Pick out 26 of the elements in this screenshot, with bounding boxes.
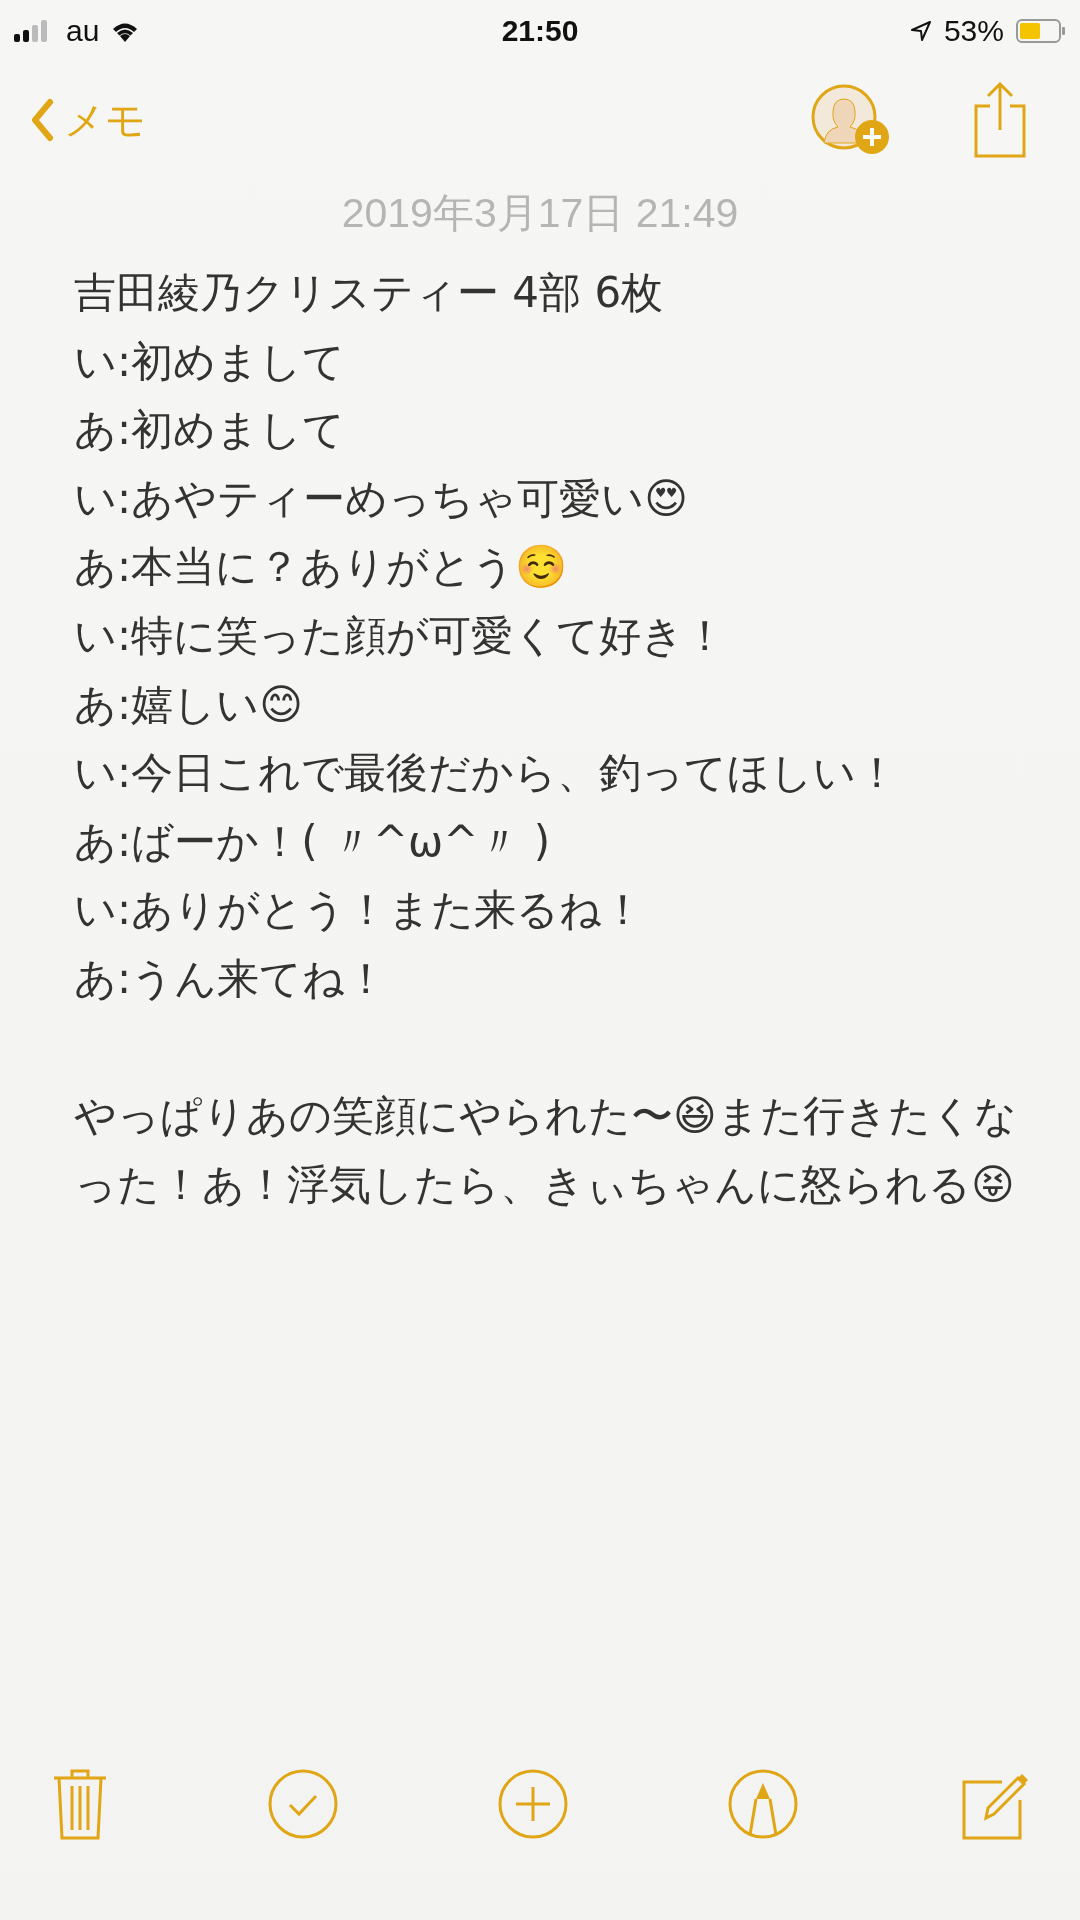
note-line: あ:本当に？ありがとう☺ [74, 541, 569, 594]
battery-icon [1016, 19, 1066, 43]
note-line: あ:嬉しい😊 [74, 678, 304, 731]
back-button[interactable]: メモ [30, 92, 146, 148]
clock: 21:50 [501, 14, 579, 48]
note-paragraph: やっぱりあの笑顔にやられた〜😆また行きたくなった！あ！浮気したら、きぃちゃんに怒られる😝 [74, 1090, 1018, 1211]
share-icon[interactable] [972, 82, 1028, 158]
note-line: い:初めまして [74, 335, 347, 388]
note-line: い:今日これで最後だから、釣ってほしい！ [74, 747, 900, 800]
carrier-label: au [66, 14, 100, 48]
trash-icon[interactable] [52, 1768, 108, 1840]
note-line: あ:初めまして [74, 404, 347, 457]
add-circle-icon[interactable] [498, 1769, 568, 1839]
note-line: あ:うん来てね！ [74, 952, 389, 1005]
note-line: い:あやティーめっちゃ可愛い😍 [74, 472, 689, 525]
pen-tip-circle-icon[interactable] [728, 1769, 798, 1839]
location-icon [909, 20, 932, 42]
note-date: 2019年3月17日 21:49 [340, 189, 740, 238]
chevron-icon [30, 98, 54, 142]
add-person-icon[interactable] [810, 83, 892, 157]
battery-percent: 53% [943, 14, 1004, 48]
checkmark-circle-icon[interactable] [268, 1769, 338, 1839]
note-line: 吉田綾乃クリスティー 4部 6枚 [74, 267, 665, 319]
note-line: い:ありがとう！また来るね！ [74, 884, 646, 937]
note-line: あ:ばーか！( 〃^ω^〃 ) [74, 815, 552, 868]
note-line: い:特に笑った顔が可愛くて好き！ [74, 609, 728, 662]
